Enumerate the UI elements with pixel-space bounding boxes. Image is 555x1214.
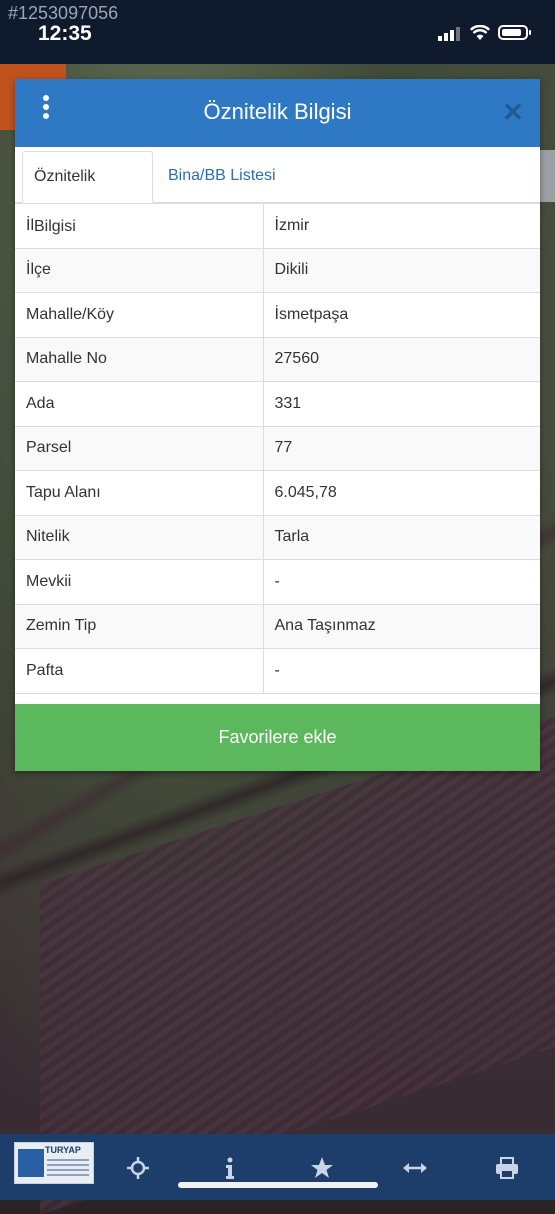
- attribute-table: İl İzmir İlçe Dikili Mahalle/Köy İsmetpa…: [15, 203, 540, 694]
- attribute-key: Ada: [15, 381, 264, 427]
- logo-tagline: [47, 1159, 89, 1177]
- add-to-favorites-button[interactable]: Favorilere ekle: [15, 704, 540, 771]
- attribute-value: 331: [262, 381, 540, 427]
- table-row: Mevkii -: [15, 559, 540, 605]
- close-icon[interactable]: ✕: [500, 99, 526, 125]
- home-indicator[interactable]: [178, 1182, 378, 1188]
- attribute-value: 27560: [262, 336, 540, 382]
- listing-id: #1253097056: [8, 3, 119, 23]
- crosshair-icon[interactable]: [124, 1154, 152, 1182]
- attribute-value: İzmir: [262, 203, 540, 249]
- attribute-key: Pafta: [15, 648, 264, 694]
- logo-text: TURYAP: [45, 1145, 81, 1155]
- arrows-horizontal-icon[interactable]: [401, 1154, 429, 1182]
- turyap-logo: TURYAP: [14, 1142, 94, 1184]
- info-icon[interactable]: [216, 1154, 244, 1182]
- table-row: Ada 331: [15, 381, 540, 427]
- bottom-toolbar: TURYAP: [0, 1134, 555, 1200]
- attribute-info-dialog: Öznitelik Bilgisi ✕ Öznitelik Bilgisi Bi…: [15, 79, 540, 771]
- attribute-value: İsmetpaşa: [262, 292, 540, 338]
- attribute-value: -: [262, 559, 540, 605]
- attribute-key: Parsel: [15, 425, 264, 471]
- attribute-value: -: [262, 648, 540, 694]
- battery-icon: [498, 25, 531, 40]
- cellular-signal-icon: [438, 27, 460, 41]
- table-row: Tapu Alanı 6.045,78: [15, 470, 540, 516]
- wifi-icon: [470, 25, 490, 40]
- attribute-value: Ana Taşınmaz: [262, 603, 540, 649]
- table-row: Pafta -: [15, 648, 540, 694]
- table-row: İlçe Dikili: [15, 247, 540, 293]
- attribute-key: Tapu Alanı: [15, 470, 264, 516]
- attribute-key: Mahalle/Köy: [15, 292, 264, 338]
- attribute-value: Dikili: [262, 247, 540, 293]
- attribute-key: Zemin Tip: [15, 603, 264, 649]
- attribute-value: Tarla: [262, 514, 540, 560]
- tab-attribute-info[interactable]: Öznitelik Bilgisi: [22, 151, 153, 235]
- attribute-value: 77: [262, 425, 540, 471]
- table-row: Zemin Tip Ana Taşınmaz: [15, 603, 540, 649]
- clock: 12:35: [38, 22, 92, 45]
- star-icon[interactable]: [308, 1154, 336, 1182]
- map-side-control[interactable]: [539, 150, 555, 202]
- dialog-title: Öznitelik Bilgisi: [203, 99, 352, 124]
- attribute-key: Mevkii: [15, 559, 264, 605]
- attribute-key: Nitelik: [15, 514, 264, 560]
- attribute-key: Mahalle No: [15, 336, 264, 382]
- logo-mark: [18, 1149, 44, 1177]
- printer-icon[interactable]: [493, 1154, 521, 1182]
- attribute-value: 6.045,78: [262, 470, 540, 516]
- table-row: Mahalle/Köy İsmetpaşa: [15, 292, 540, 338]
- dialog-tabs: Öznitelik Bilgisi Bina/BB Listesi: [15, 147, 540, 235]
- table-row: Nitelik Tarla: [15, 514, 540, 560]
- table-row: Parsel 77: [15, 425, 540, 471]
- attribute-key: İlçe: [15, 247, 264, 293]
- table-row: İl İzmir: [15, 203, 540, 249]
- status-bar: #1253097056 12:35: [0, 0, 555, 64]
- table-row: Mahalle No 27560: [15, 336, 540, 382]
- dialog-header: Öznitelik Bilgisi ✕: [15, 79, 540, 147]
- tab-building-list[interactable]: Bina/BB Listesi: [157, 151, 287, 201]
